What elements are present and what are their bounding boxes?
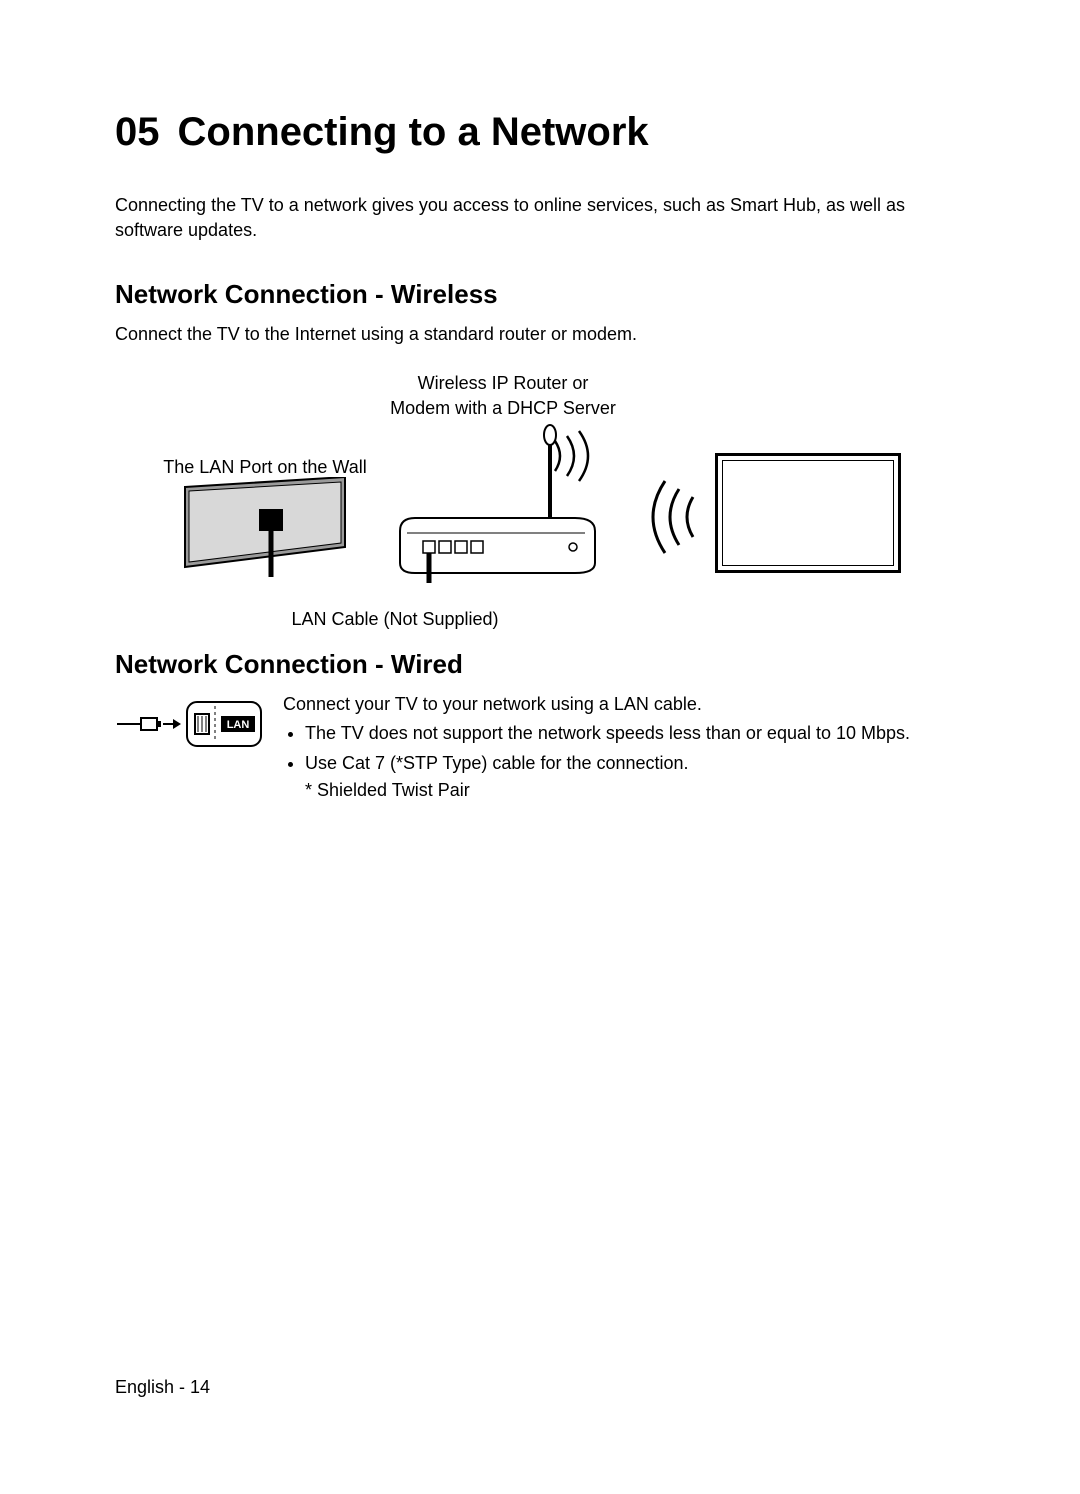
wall-port-label: The LAN Port on the Wall	[135, 455, 395, 479]
section-title-wired: Network Connection - Wired	[115, 649, 965, 680]
wired-intro: Connect your TV to your network using a …	[283, 694, 965, 715]
wired-footnote: * Shielded Twist Pair	[283, 780, 965, 801]
footer-language: English	[115, 1377, 174, 1397]
footer-page-number: 14	[190, 1377, 210, 1397]
chapter-title: 05 Connecting to a Network	[115, 110, 965, 155]
wifi-signal-in-icon	[633, 477, 703, 557]
wired-bullet-1: The TV does not support the network spee…	[305, 721, 965, 746]
lan-port-text: LAN	[227, 719, 250, 731]
chapter-number: 05	[115, 110, 160, 154]
section-intro-wireless: Connect the TV to the Internet using a s…	[115, 324, 965, 345]
section-title-wireless: Network Connection - Wireless	[115, 279, 965, 310]
chapter-intro: Connecting the TV to a network gives you…	[115, 193, 965, 243]
wired-bullet-2: Use Cat 7 (*STP Type) cable for the conn…	[305, 751, 965, 776]
wifi-signal-out-icon	[545, 426, 605, 486]
router-label: Wireless IP Router or Modem with a DHCP …	[363, 371, 643, 420]
lan-cable-label: LAN Cable (Not Supplied)	[255, 607, 535, 631]
tv-icon	[715, 453, 901, 573]
wall-port-icon	[175, 477, 355, 577]
lan-port-icon: LAN	[115, 694, 265, 759]
footer-separator: -	[174, 1377, 190, 1397]
chapter-title-text: Connecting to a Network	[178, 110, 649, 154]
page-footer: English - 14	[115, 1377, 210, 1398]
wireless-diagram: Wireless IP Router or Modem with a DHCP …	[115, 371, 965, 631]
